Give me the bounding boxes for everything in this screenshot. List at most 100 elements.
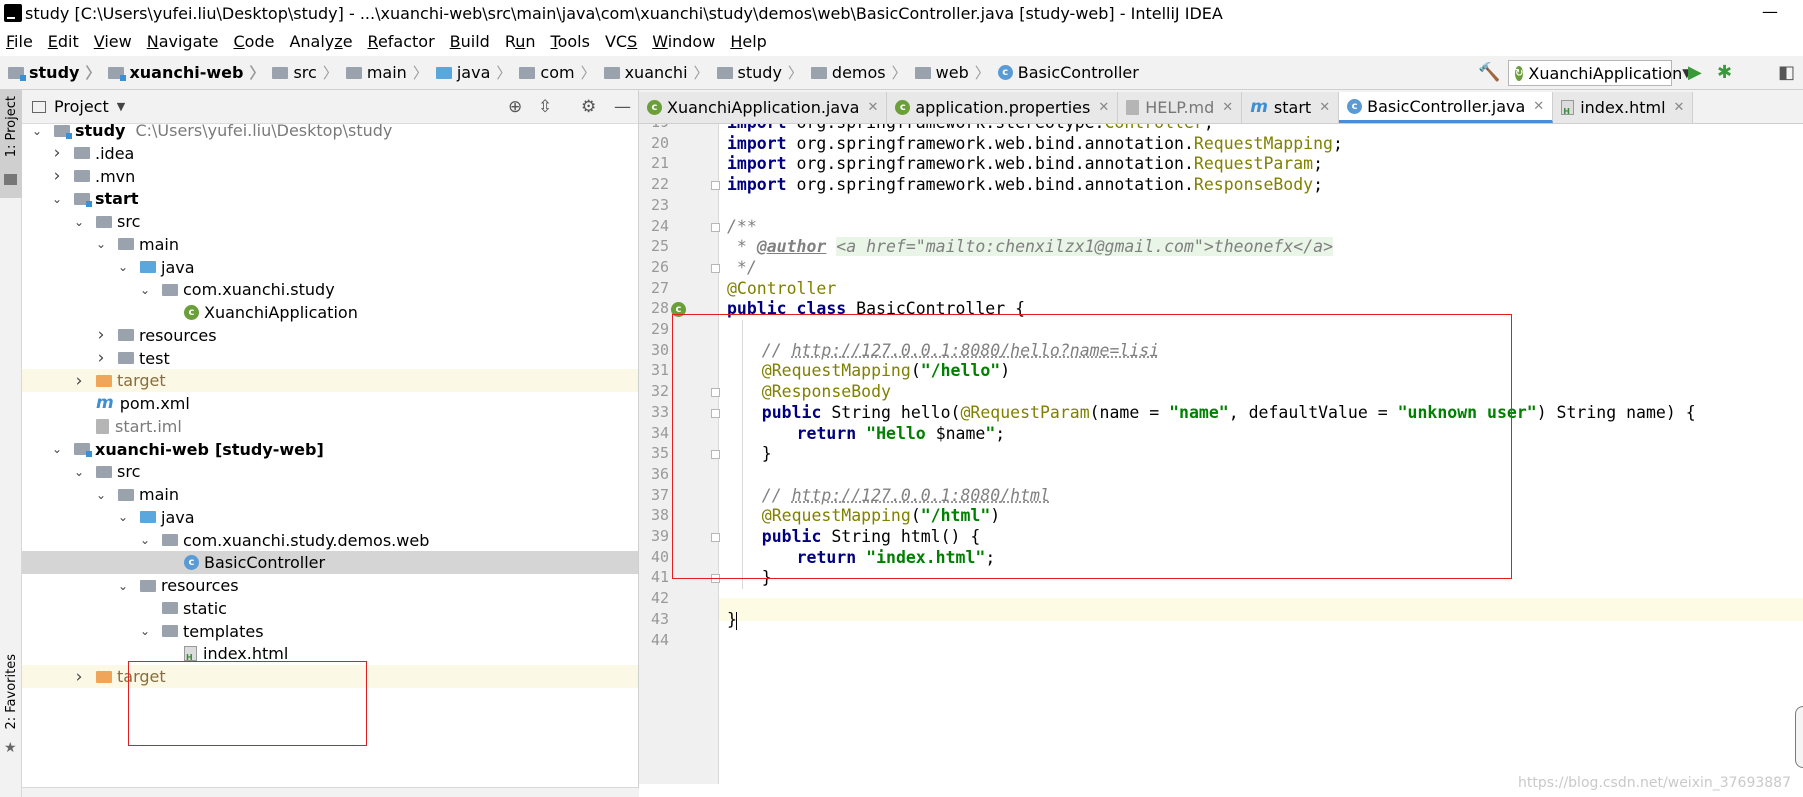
tree-row[interactable]: › .mvn bbox=[22, 165, 638, 188]
chevron-right-icon[interactable]: › bbox=[50, 143, 64, 163]
chevron-down-icon[interactable]: ⌄ bbox=[72, 215, 86, 229]
tree-row[interactable]: ⌄ src bbox=[22, 460, 638, 483]
menu-item[interactable]: Analyze bbox=[289, 32, 352, 51]
minimize-button[interactable]: — bbox=[1762, 2, 1778, 21]
chevron-right-icon[interactable]: › bbox=[72, 667, 86, 687]
tree-row[interactable]: ›cBasicController bbox=[22, 551, 638, 575]
chevron-down-icon[interactable]: ⌄ bbox=[94, 488, 108, 502]
tree-row[interactable]: › test bbox=[22, 347, 638, 370]
chevron-down-icon[interactable]: ⌄ bbox=[116, 579, 130, 593]
code-line[interactable]: import org.springframework.stereotype.Co… bbox=[727, 124, 1214, 132]
tree-row[interactable]: › .idea bbox=[22, 142, 638, 165]
code-line[interactable]: import org.springframework.web.bind.anno… bbox=[727, 154, 1323, 173]
tree-row[interactable]: ⌄ com.xuanchi.study.demos.web bbox=[22, 529, 638, 552]
menu-item[interactable]: Edit bbox=[48, 32, 79, 51]
breadcrumb-item[interactable]: xuanchi-web 〉 bbox=[108, 62, 270, 83]
tree-row[interactable]: ›mpom.xml bbox=[22, 392, 638, 415]
tree-row[interactable]: ›static bbox=[22, 597, 638, 620]
close-icon[interactable]: ✕ bbox=[1222, 100, 1233, 115]
build-hammer-icon[interactable]: 🔨 bbox=[1478, 62, 1500, 83]
tree-row[interactable]: ⌄ resources bbox=[22, 574, 638, 597]
breadcrumb-item[interactable]: c BasicController bbox=[997, 63, 1139, 82]
chevron-down-icon[interactable]: ⌄ bbox=[72, 465, 86, 479]
chevron-down-icon[interactable]: ⌄ bbox=[50, 192, 64, 206]
close-icon[interactable]: ✕ bbox=[1674, 100, 1685, 115]
menu-item[interactable]: File bbox=[6, 32, 33, 51]
run-icon[interactable]: ▶ bbox=[1688, 62, 1702, 83]
tree-row[interactable]: ⌄ com.xuanchi.study bbox=[22, 278, 638, 301]
breadcrumb-item[interactable]: study 〉 bbox=[716, 62, 809, 83]
menu-item[interactable]: View bbox=[94, 32, 132, 51]
editor-tab[interactable]: c application.properties ✕ bbox=[887, 92, 1119, 123]
collapse-all-icon[interactable]: ⇳ bbox=[538, 97, 552, 117]
code-line[interactable]: import org.springframework.web.bind.anno… bbox=[727, 134, 1343, 153]
chevron-right-icon[interactable]: › bbox=[50, 166, 64, 186]
breadcrumb-item[interactable]: web 〉 bbox=[914, 62, 996, 83]
editor-tab[interactable]: m start ✕ bbox=[1242, 92, 1340, 123]
tree-row[interactable]: ⌄ xuanchi-web [study-web] bbox=[22, 438, 638, 461]
chevron-down-icon[interactable]: ⌄ bbox=[116, 260, 130, 274]
menu-item[interactable]: VCS bbox=[605, 32, 637, 51]
editor-tab[interactable]: HELP.md ✕ bbox=[1118, 92, 1243, 123]
tree-row[interactable]: › target bbox=[22, 369, 638, 393]
code-line[interactable]: /** bbox=[727, 217, 757, 236]
breadcrumb-item[interactable]: demos 〉 bbox=[810, 62, 913, 83]
chevron-down-icon[interactable]: ⌄ bbox=[50, 442, 64, 456]
chevron-down-icon[interactable]: ⌄ bbox=[138, 283, 152, 297]
tree-row[interactable]: ⌄ java bbox=[22, 506, 638, 529]
tree-row[interactable]: ⌄ main bbox=[22, 233, 638, 256]
breadcrumb-item[interactable]: main 〉 bbox=[345, 62, 434, 83]
project-view-selector[interactable]: Project ▼ bbox=[32, 97, 125, 116]
hide-panel-icon[interactable]: — bbox=[614, 97, 631, 117]
breadcrumb-item[interactable]: xuanchi 〉 bbox=[603, 62, 715, 83]
breadcrumb-item[interactable]: study 〉 bbox=[8, 62, 106, 83]
menu-item[interactable]: Build bbox=[450, 32, 490, 51]
tree-row[interactable]: ⌄ start bbox=[22, 187, 638, 210]
fold-marker-icon[interactable] bbox=[711, 181, 720, 191]
chevron-right-icon[interactable]: › bbox=[72, 371, 86, 391]
fold-marker-icon[interactable] bbox=[711, 222, 720, 232]
tree-row[interactable]: › resources bbox=[22, 324, 638, 347]
coverage-icon[interactable]: ◧ bbox=[1778, 62, 1795, 83]
breadcrumb-item[interactable]: src 〉 bbox=[272, 62, 343, 83]
tree-row[interactable]: ⌄ study C:\Users\yufei.liu\Desktop\study bbox=[22, 119, 638, 142]
editor-tab[interactable]: c XuanchiApplication.java ✕ bbox=[639, 92, 888, 123]
close-icon[interactable]: ✕ bbox=[1533, 99, 1544, 114]
breadcrumb-item[interactable]: java 〉 bbox=[435, 62, 518, 83]
code-line[interactable]: * @author <a href="mailto:chenxilzx1@gma… bbox=[727, 237, 1334, 257]
breadcrumb-item[interactable]: com 〉 bbox=[519, 62, 601, 83]
editor-scrollbar-thumb[interactable] bbox=[1795, 706, 1803, 768]
menu-item[interactable]: Navigate bbox=[147, 32, 219, 51]
chevron-down-icon[interactable]: ⌄ bbox=[138, 624, 152, 638]
tree-row[interactable]: ›start.iml bbox=[22, 415, 638, 438]
chevron-down-icon[interactable]: ⌄ bbox=[30, 124, 44, 138]
menu-item[interactable]: Tools bbox=[551, 32, 590, 51]
tree-row[interactable]: ⌄ java bbox=[22, 256, 638, 279]
chevron-down-icon[interactable]: ⌄ bbox=[94, 237, 108, 251]
menu-item[interactable]: Code bbox=[234, 32, 275, 51]
menu-item[interactable]: Help bbox=[730, 32, 766, 51]
fold-marker-icon[interactable] bbox=[711, 263, 720, 273]
tree-row[interactable]: ⌄ templates bbox=[22, 620, 638, 643]
code-line[interactable]: import org.springframework.web.bind.anno… bbox=[727, 175, 1323, 194]
code-line[interactable]: @Controller bbox=[727, 279, 836, 298]
tree-row[interactable]: ›cXuanchiApplication bbox=[22, 301, 638, 324]
debug-bug-icon[interactable]: ✱ bbox=[1717, 62, 1732, 83]
chevron-down-icon[interactable]: ⌄ bbox=[138, 533, 152, 547]
menu-item[interactable]: Refactor bbox=[368, 32, 435, 51]
code-line[interactable]: */ bbox=[727, 258, 757, 277]
tree-row[interactable]: ⌄ src bbox=[22, 210, 638, 233]
chevron-right-icon[interactable]: › bbox=[94, 348, 108, 368]
editor-tab[interactable]: c BasicController.java ✕ bbox=[1339, 92, 1554, 123]
menu-item[interactable]: Window bbox=[652, 32, 715, 51]
code-editor[interactable]: 19 20 21 2223 24 2526 27 28 29 30 31 3233 34 3536 37 38… bbox=[639, 124, 1803, 797]
locate-file-icon[interactable]: ⊕ bbox=[508, 97, 522, 117]
editor-tab[interactable]: index.html ✕ bbox=[1553, 92, 1694, 123]
close-icon[interactable]: ✕ bbox=[1098, 100, 1109, 115]
close-icon[interactable]: ✕ bbox=[1319, 100, 1330, 115]
tree-row[interactable]: ⌄ main bbox=[22, 483, 638, 506]
close-icon[interactable]: ✕ bbox=[867, 100, 878, 115]
horizontal-scrollbar[interactable] bbox=[22, 787, 639, 797]
gear-icon[interactable]: ⚙ bbox=[581, 97, 596, 117]
menu-item[interactable]: Run bbox=[505, 32, 536, 51]
